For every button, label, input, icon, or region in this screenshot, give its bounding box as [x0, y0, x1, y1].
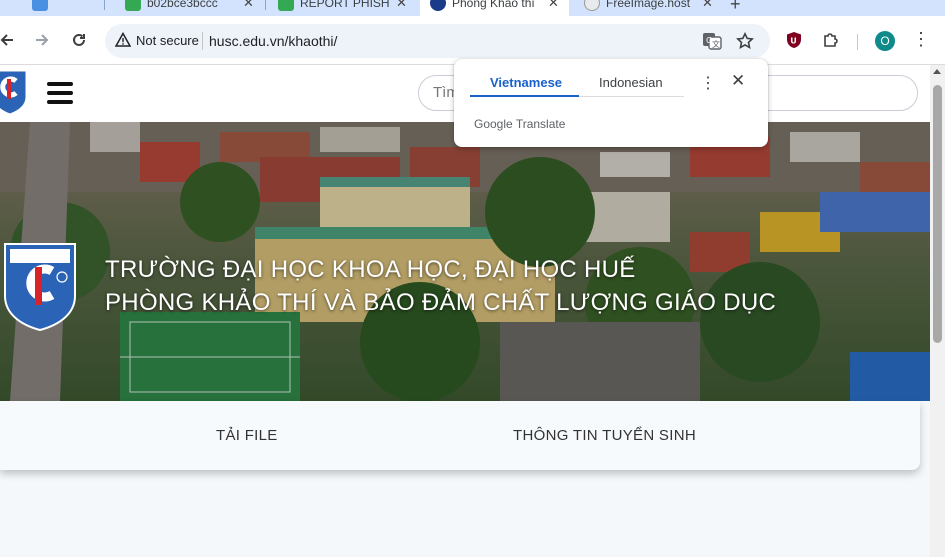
- tab-favicon: [584, 0, 600, 11]
- close-icon[interactable]: ✕: [243, 0, 254, 11]
- tab-title: Phòng Khảo thí: [452, 0, 535, 10]
- security-chip[interactable]: Not secure: [115, 32, 199, 48]
- arrow-right-icon: [36, 34, 49, 46]
- scroll-up-arrow-icon[interactable]: [933, 69, 941, 74]
- page-scrollbar[interactable]: [930, 65, 945, 557]
- tab-title: REPORT PHISH: [300, 0, 390, 10]
- close-icon[interactable]: ✕: [702, 0, 713, 11]
- arrow-left-icon: [0, 34, 13, 46]
- university-logo[interactable]: [0, 69, 28, 115]
- tab-favicon: [278, 0, 294, 11]
- translate-options-icon[interactable]: ⋮: [700, 73, 716, 93]
- google-translate-brand: Google Translate: [474, 117, 566, 131]
- translate-tab-indonesian[interactable]: Indonesian: [599, 75, 663, 90]
- chrome-menu-icon[interactable]: ⋮: [912, 30, 930, 48]
- tab-active[interactable]: Phòng Khảo thí ✕: [420, 0, 569, 16]
- translate-popup: Vietnamese Indonesian ⋮ ✕ Google Transla…: [454, 59, 768, 147]
- reload-button[interactable]: [67, 28, 91, 52]
- svg-text:U: U: [790, 37, 797, 46]
- tab-5[interactable]: FreeImage.host ✕: [574, 0, 723, 16]
- tab-strip: b02bce3bccc ✕ REPORT PHISH ✕ Phòng Khảo …: [0, 0, 945, 16]
- tab-2[interactable]: b02bce3bccc ✕: [115, 0, 264, 16]
- ublock-extension-icon[interactable]: U: [783, 29, 805, 51]
- puzzle-extensions-icon[interactable]: [820, 29, 842, 51]
- browser-toolbar: Not secure husc.edu.vn/khaothi/ G文 U O ⋮: [0, 16, 945, 65]
- forward-button[interactable]: [30, 28, 54, 52]
- close-icon[interactable]: ✕: [396, 0, 407, 11]
- translate-icon[interactable]: G文: [702, 31, 722, 51]
- main-navbar: TẢI FILE THÔNG TIN TUYỂN SINH: [0, 401, 920, 470]
- profile-avatar[interactable]: O: [875, 31, 895, 51]
- bookmark-star-icon[interactable]: [735, 31, 755, 51]
- nav-link-thong-tin-tuyen-sinh[interactable]: THÔNG TIN TUYỂN SINH: [513, 427, 696, 444]
- nav-link-tai-file[interactable]: TẢI FILE: [216, 427, 278, 444]
- back-button[interactable]: [0, 28, 19, 52]
- tab-title: FreeImage.host: [606, 0, 691, 10]
- security-label: Not secure: [136, 32, 199, 48]
- hamburger-menu-icon[interactable]: [47, 82, 73, 104]
- tab-1[interactable]: [22, 0, 58, 16]
- tab-3[interactable]: REPORT PHISH ✕: [268, 0, 417, 16]
- scrollbar-thumb[interactable]: [933, 85, 942, 343]
- url-text[interactable]: husc.edu.vn/khaothi/: [209, 33, 337, 49]
- university-shield-logo: [4, 243, 76, 332]
- address-bar[interactable]: Not secure husc.edu.vn/khaothi/ G文: [105, 24, 770, 58]
- reload-icon: [73, 33, 85, 46]
- new-tab-button[interactable]: +: [730, 0, 741, 15]
- warning-icon: [115, 32, 131, 47]
- tab-favicon: [430, 0, 446, 11]
- translate-tab-vietnamese[interactable]: Vietnamese: [490, 75, 562, 90]
- hero-title-line1: TRƯỜNG ĐẠI HỌC KHOA HỌC, ĐẠI HỌC HUẾ: [105, 256, 636, 283]
- tab-favicon: [32, 0, 48, 11]
- close-icon[interactable]: ✕: [548, 0, 559, 11]
- close-icon[interactable]: ✕: [731, 71, 745, 91]
- tab-favicon: [125, 0, 141, 11]
- svg-text:文: 文: [712, 39, 720, 49]
- hero-title-line2: PHÒNG KHẢO THÍ VÀ BẢO ĐẢM CHẤT LƯỢNG GIÁ…: [105, 289, 777, 316]
- tab-title: b02bce3bccc: [147, 0, 218, 10]
- hero-banner: TRƯỜNG ĐẠI HỌC KHOA HỌC, ĐẠI HỌC HUẾ PHÒ…: [0, 122, 930, 401]
